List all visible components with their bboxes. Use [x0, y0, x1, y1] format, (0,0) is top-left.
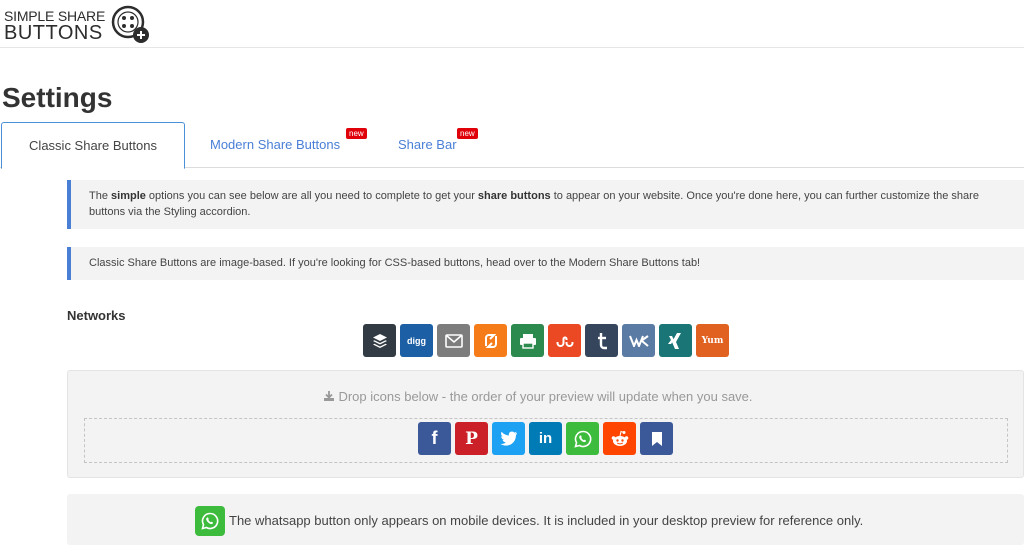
whatsapp-notice-text: The whatsapp button only appears on mobi…	[229, 513, 864, 528]
whatsapp-icon[interactable]	[566, 422, 599, 455]
reddit-icon[interactable]	[603, 422, 636, 455]
pinterest-icon-text: P	[465, 428, 478, 449]
notice-bold-simple: simple	[111, 190, 146, 202]
bookmark-icon[interactable]	[640, 422, 673, 455]
yummly-icon[interactable]: Yum	[696, 324, 729, 357]
top-header: SIMPLE SHARE BUTTONS	[0, 0, 1024, 48]
twitter-icon[interactable]	[492, 422, 525, 455]
button-plus-icon	[111, 5, 151, 45]
digg-icon[interactable]: digg	[400, 324, 433, 357]
whatsapp-icon	[195, 506, 225, 536]
notice-text: The	[89, 190, 112, 202]
pinterest-icon[interactable]: P	[455, 422, 488, 455]
download-icon	[324, 391, 335, 401]
selected-networks: f P in	[418, 422, 673, 455]
facebook-icon-text: f	[431, 428, 438, 448]
new-badge: new	[346, 128, 367, 139]
tab-classic-share-buttons[interactable]: Classic Share Buttons	[1, 122, 185, 169]
linkedin-icon-text: in	[538, 430, 553, 447]
stumbleupon-icon[interactable]	[548, 324, 581, 357]
logo-text: SIMPLE SHARE BUTTONS	[4, 9, 105, 44]
drop-hint: Drop icons below - the order of your pre…	[68, 389, 1008, 404]
tumblr-icon[interactable]	[585, 324, 618, 357]
networks-label: Networks	[67, 308, 126, 323]
logo[interactable]: SIMPLE SHARE BUTTONS	[4, 5, 151, 45]
facebook-icon[interactable]: f	[418, 422, 451, 455]
notice-bold-share-buttons: share buttons	[477, 190, 551, 202]
tab-share-bar[interactable]: Share Bar	[398, 122, 457, 168]
linkedin-icon[interactable]: in	[529, 422, 562, 455]
new-badge: new	[457, 128, 478, 139]
classic-buttons-notice: Classic Share Buttons are image-based. I…	[67, 247, 1024, 280]
flattr-icon[interactable]	[474, 324, 507, 357]
settings-tabs: Classic Share Buttons Modern Share Butto…	[0, 122, 1024, 169]
yummly-icon-text: Yum	[701, 335, 724, 346]
xing-icon[interactable]	[659, 324, 692, 357]
page-title: Settings	[2, 82, 113, 113]
tab-modern-share-buttons[interactable]: Modern Share Buttons	[210, 122, 340, 168]
simple-options-notice: The simple options you can see below are…	[67, 180, 1024, 229]
drop-hint-text: Drop icons below - the order of your pre…	[338, 389, 753, 404]
print-icon[interactable]	[511, 324, 544, 357]
digg-icon-text: digg	[407, 335, 426, 346]
buffer-icon[interactable]	[363, 324, 396, 357]
email-icon[interactable]	[437, 324, 470, 357]
available-networks: digg Yum	[363, 324, 729, 357]
logo-line2: BUTTONS	[4, 22, 103, 44]
notice-text: options you can see below are all you ne…	[145, 190, 478, 202]
vk-icon[interactable]	[622, 324, 655, 357]
whatsapp-notice: The whatsapp button only appears on mobi…	[67, 494, 1024, 545]
